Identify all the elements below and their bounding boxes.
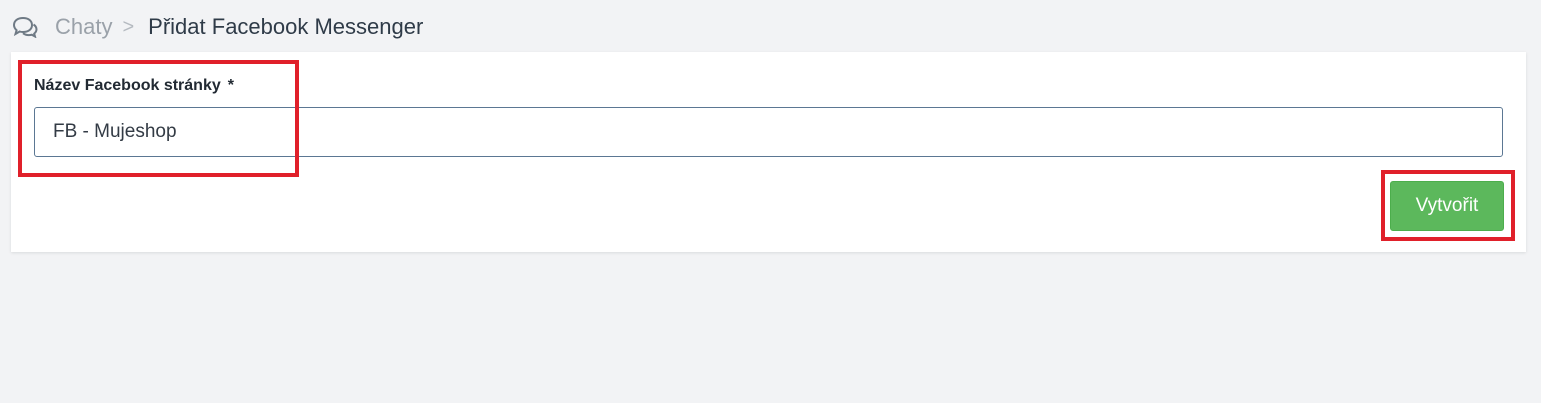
page-name-label-text: Název Facebook stránky bbox=[34, 77, 221, 94]
create-button[interactable]: Vytvořit bbox=[1390, 181, 1504, 231]
form-panel: Název Facebook stránky * Vytvořit bbox=[11, 52, 1526, 252]
page-title: Přidat Facebook Messenger bbox=[148, 14, 424, 39]
required-marker: * bbox=[227, 77, 234, 94]
chat-bubbles-icon bbox=[12, 16, 38, 38]
page-name-input[interactable] bbox=[34, 107, 1503, 157]
breadcrumb: Chaty > Přidat Facebook Messenger bbox=[12, 10, 423, 44]
breadcrumb-separator: > bbox=[122, 15, 135, 38]
page-name-label: Název Facebook stránky * bbox=[34, 77, 234, 95]
breadcrumb-link-chaty[interactable]: Chaty bbox=[55, 14, 112, 40]
